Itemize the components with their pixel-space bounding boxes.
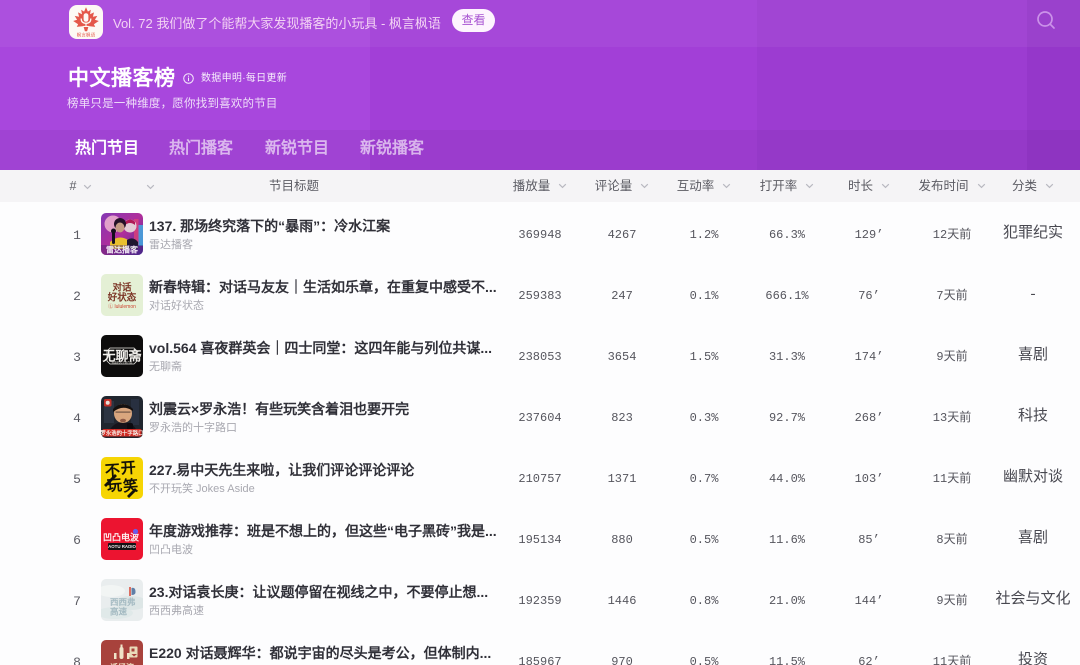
svg-text:玩: 玩	[106, 477, 122, 495]
svg-text:好状态: 好状态	[107, 292, 137, 304]
svg-text:开: 开	[120, 460, 136, 478]
svg-text:有趣的人千姿百态: 有趣的人千姿百态	[112, 360, 133, 364]
svg-text:高速: 高速	[110, 607, 128, 617]
svg-text:AOTU RADIO: AOTU RADIO	[108, 544, 136, 549]
svg-text:西西弗: 西西弗	[110, 597, 136, 607]
svg-text:雷达播客: 雷达播客	[106, 245, 139, 255]
svg-text:罗永浩的十字路口: 罗永浩的十字路口	[101, 429, 143, 437]
svg-text:枫言枫语: 枫言枫语	[77, 32, 96, 39]
svg-text:Ⓛ lululemon: Ⓛ lululemon	[108, 303, 136, 310]
